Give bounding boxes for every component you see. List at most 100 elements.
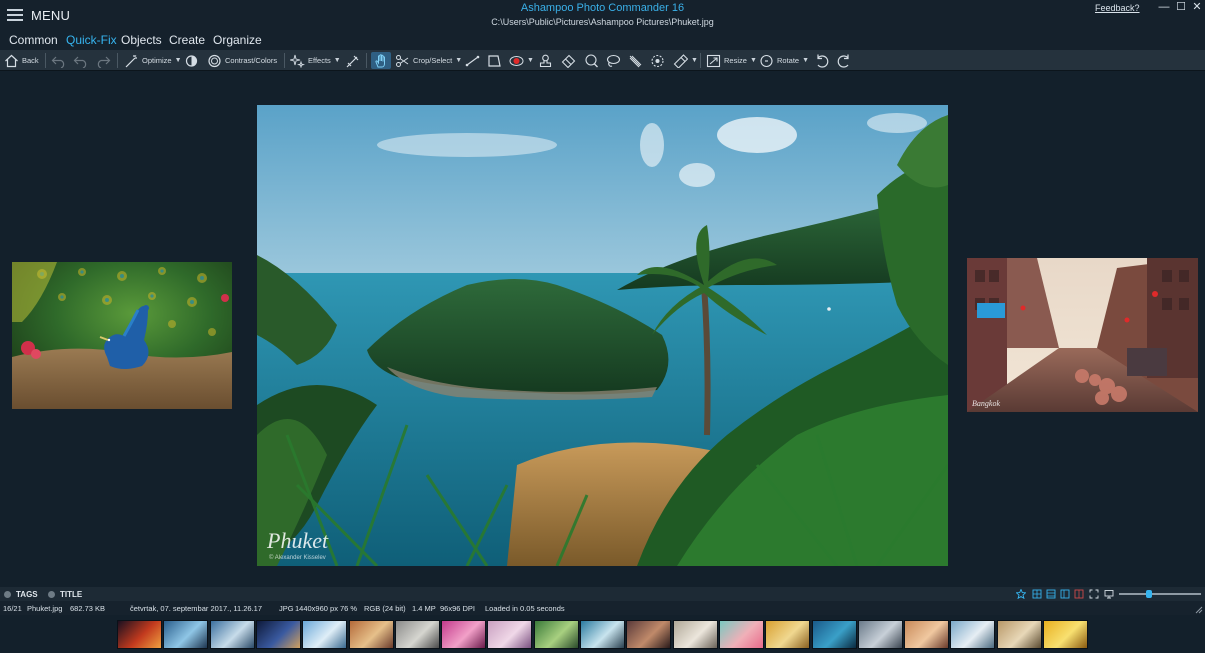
filmstrip <box>0 615 1205 653</box>
pen-button[interactable] <box>628 52 643 69</box>
auto-light-button[interactable] <box>184 52 199 69</box>
tab-create[interactable]: Create <box>169 33 205 47</box>
undo-icon <box>73 56 87 68</box>
rotate-left-button[interactable] <box>814 52 830 69</box>
undo-button[interactable] <box>73 52 89 69</box>
previous-image-peacock[interactable] <box>12 262 232 409</box>
thumb-flowers[interactable] <box>441 620 486 649</box>
chevron-down-icon: ▼ <box>802 57 810 64</box>
thumb-animal[interactable] <box>395 620 440 649</box>
thumb-harbor[interactable] <box>950 620 995 649</box>
magic-wand-icon <box>125 54 137 67</box>
tab-organize[interactable]: Organize <box>213 33 262 47</box>
minimize-button[interactable]: — <box>1155 0 1173 14</box>
thumb-street[interactable] <box>349 620 394 649</box>
straighten-button[interactable] <box>465 52 480 69</box>
thumb-pasta[interactable] <box>765 620 810 649</box>
load-status: Loaded in 0.05 seconds <box>485 604 565 613</box>
tab-quick-fix[interactable]: Quick-Fix <box>66 33 117 47</box>
clone-button[interactable] <box>538 52 553 69</box>
thumb-magnifier[interactable] <box>580 620 625 649</box>
monitor-icon[interactable] <box>1104 589 1114 599</box>
crop-select-button[interactable]: Crop/Select ▼ <box>395 52 462 69</box>
dpi: 96x96 DPI <box>440 604 476 613</box>
eraser-button[interactable] <box>561 52 576 69</box>
watermark-credit: © Alexander Kisselev <box>269 554 326 561</box>
tag-bar: TAGS TITLE <box>0 587 1205 601</box>
chevron-down-icon: ▼ <box>455 57 463 64</box>
next-image-bangkok[interactable]: Bangkok <box>967 258 1198 412</box>
undo-all-button[interactable] <box>51 52 67 69</box>
compare-view-icon[interactable] <box>1074 589 1084 599</box>
thumb-kitten[interactable] <box>997 620 1042 649</box>
thumb-fire[interactable] <box>117 620 162 649</box>
rotate-icon <box>760 54 773 67</box>
file-format: JPG <box>279 604 294 613</box>
undo-all-icon <box>51 56 65 68</box>
main-image-phuket[interactable]: Phuket © Alexander Kisselev <box>257 105 948 566</box>
redo-icon <box>97 56 111 68</box>
megapixels: 1.4 MP <box>412 604 436 613</box>
highlight-button[interactable]: ▼ <box>673 52 698 69</box>
title-label: TITLE <box>60 589 83 599</box>
tab-objects[interactable]: Objects <box>121 33 162 47</box>
thumb-sea[interactable] <box>812 620 857 649</box>
resize-label: Resize <box>724 56 747 65</box>
star-icon[interactable] <box>1016 589 1026 599</box>
resize-button[interactable]: Resize ▼ <box>706 52 757 69</box>
toolbar-divider <box>45 53 46 68</box>
thumb-city-river[interactable] <box>210 620 255 649</box>
optimize-label: Optimize <box>142 56 172 65</box>
title-dot-icon <box>48 590 55 598</box>
thumb-macarons[interactable] <box>719 620 764 649</box>
thumb-night-city[interactable] <box>256 620 301 649</box>
perspective-icon <box>488 54 501 67</box>
list-view-icon[interactable] <box>1046 589 1056 599</box>
thumb-dog[interactable] <box>673 620 718 649</box>
back-button[interactable]: Back <box>4 52 39 69</box>
image-viewer[interactable]: Phuket © Alexander Kisselev Bangkok <box>0 72 1205 587</box>
optimize-button[interactable]: Optimize ▼ <box>124 52 182 69</box>
rotate-button[interactable]: Rotate ▼ <box>759 52 809 69</box>
zoom-slider-handle[interactable] <box>1145 590 1152 598</box>
brush-button[interactable] <box>345 52 360 69</box>
thumb-bangkok[interactable] <box>904 620 949 649</box>
toolbar-divider <box>117 53 118 68</box>
zoom-slider[interactable] <box>1119 593 1201 595</box>
rotate-right-button[interactable] <box>836 52 852 69</box>
lasso-icon <box>606 54 621 67</box>
thumb-lemons[interactable] <box>1043 620 1088 649</box>
title-toggle[interactable]: TITLE <box>48 588 82 600</box>
thumb-sweets[interactable] <box>487 620 532 649</box>
fullscreen-icon[interactable] <box>1089 589 1099 599</box>
thumb-skyline[interactable] <box>302 620 347 649</box>
perspective-button[interactable] <box>487 52 502 69</box>
file-name: Phuket.jpg <box>27 604 63 613</box>
thumb-interior[interactable] <box>626 620 671 649</box>
retouch-button[interactable] <box>584 52 599 69</box>
color-mode: RGB (24 bit) <box>364 604 406 613</box>
thumb-statue[interactable] <box>858 620 903 649</box>
red-eye-icon <box>509 55 524 66</box>
pen-icon <box>629 55 642 67</box>
hand-tool-button[interactable] <box>371 52 391 69</box>
tags-toggle[interactable]: TAGS <box>4 588 38 600</box>
redo-button[interactable] <box>95 52 111 69</box>
image-position: 16/21 <box>3 604 22 613</box>
contrast-colors-button[interactable]: Contrast/Colors <box>207 52 277 69</box>
feedback-link[interactable]: Feedback? <box>1095 3 1140 13</box>
target-button[interactable] <box>650 52 665 69</box>
rotate-right-icon <box>837 54 849 68</box>
hand-icon <box>374 53 385 67</box>
thumb-garden[interactable] <box>534 620 579 649</box>
thumb-bridge[interactable] <box>163 620 208 649</box>
resize-grip-icon[interactable] <box>1193 604 1203 614</box>
brush-icon <box>346 55 359 67</box>
tab-common[interactable]: Common <box>9 33 58 47</box>
close-button[interactable]: ✕ <box>1188 0 1205 14</box>
red-eye-button[interactable]: ▼ <box>509 52 534 69</box>
effects-button[interactable]: Effects ▼ <box>290 52 341 69</box>
details-view-icon[interactable] <box>1060 589 1070 599</box>
grid-view-icon[interactable] <box>1032 589 1042 599</box>
lasso-button[interactable] <box>606 52 621 69</box>
